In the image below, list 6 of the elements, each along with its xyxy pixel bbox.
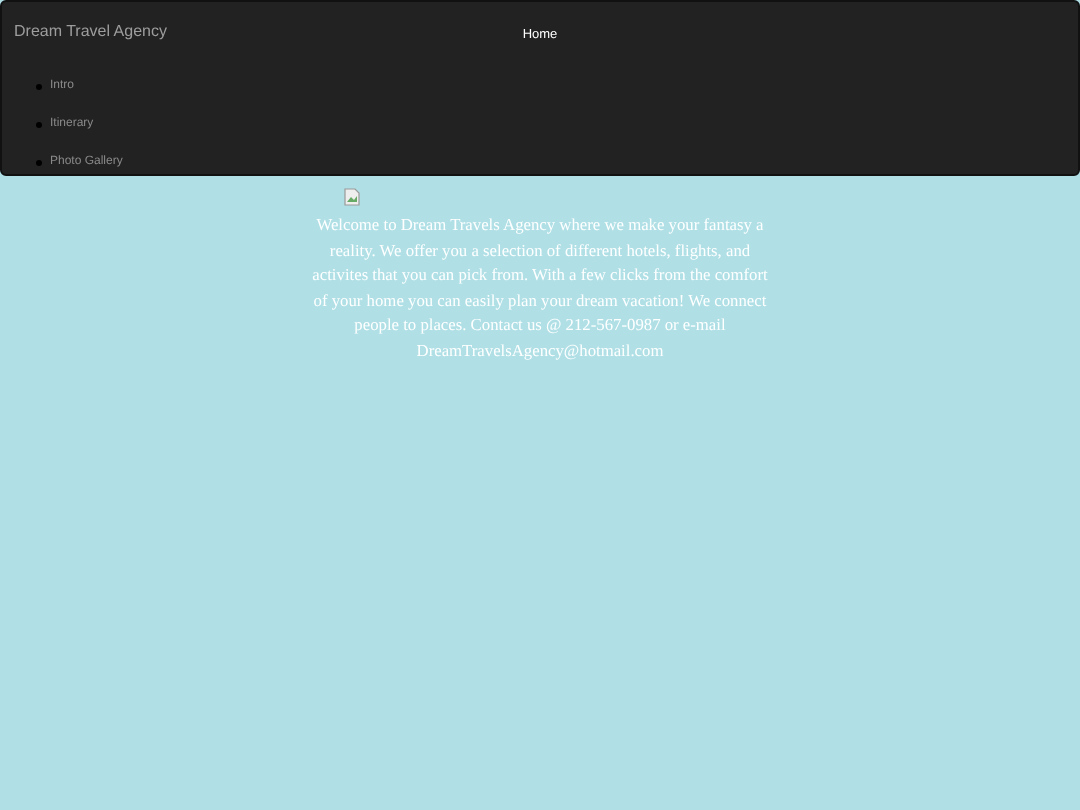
welcome-text: Welcome to Dream Travels Agency where we make your fantasy a reality. We offer you a selection of different hotels, flights, and activites that you can pick from. With a few clicks from the comfort of your home you can easily plan your dream vacation! We connect people to places. Contact us @ 212-567-0987 or e-mail DreamTravelsAgency@hotmail.com: [310, 214, 770, 364]
broken-image-icon: [344, 188, 360, 206]
bullet-icon: [36, 121, 42, 127]
bullet-icon: [36, 83, 42, 89]
bullet-icon: [36, 159, 42, 165]
brand-title[interactable]: Dream Travel Agency: [14, 21, 167, 39]
